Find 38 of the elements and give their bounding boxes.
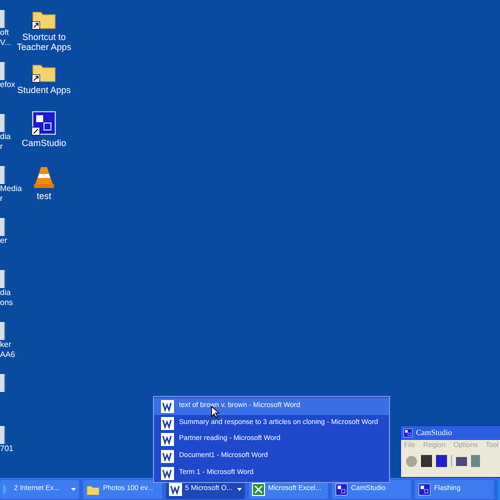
- record-button[interactable]: [406, 456, 417, 466]
- desktop-icon-label[interactable]: 701: [0, 444, 24, 454]
- camstudio-icon: [403, 428, 413, 438]
- word-document-icon: [161, 466, 174, 480]
- desktop-icon[interactable]: [0, 166, 5, 184]
- desktop-icon[interactable]: [0, 62, 5, 80]
- desktop-icon[interactable]: [0, 270, 5, 288]
- desktop-icon-label[interactable]: AA6: [0, 350, 24, 360]
- desktop-icon[interactable]: [0, 10, 5, 28]
- desktop-icon-label[interactable]: Media: [0, 184, 24, 194]
- word-document-icon: [161, 416, 174, 430]
- desktop-icon-label[interactable]: dia: [0, 132, 24, 142]
- camstudio-icon: [418, 483, 431, 496]
- word-document-icon: [169, 483, 182, 496]
- desktop-icon-label[interactable]: ker: [0, 340, 24, 350]
- desktop-icon-label[interactable]: dia: [0, 288, 24, 298]
- camstudio-icon: [335, 483, 348, 496]
- toolbar-icon[interactable]: [456, 456, 467, 466]
- desktop-icon-label[interactable]: er: [0, 236, 24, 246]
- desktop-icon[interactable]: [0, 426, 5, 444]
- desktop-icon[interactable]: [0, 218, 5, 236]
- desktop-icon[interactable]: [0, 322, 5, 340]
- desktop-icon[interactable]: [0, 114, 5, 132]
- desktop-icon[interactable]: [0, 374, 5, 392]
- word-document-icon: [161, 433, 174, 446]
- desktop-icon-label[interactable]: Student Apps: [17, 85, 71, 95]
- folder-icon: [86, 484, 100, 496]
- system-tray: [498, 478, 500, 500]
- mouse-cursor-icon: [211, 406, 219, 418]
- spreadsheet-icon: [252, 483, 265, 496]
- desktop-icon-label[interactable]: test: [36, 191, 52, 201]
- desktop-icon-label[interactable]: ons: [0, 298, 24, 308]
- desktop-icon-label[interactable]: CamStudio: [22, 138, 66, 148]
- word-document-icon: [161, 400, 174, 413]
- desktop-icon-label[interactable]: r: [0, 194, 24, 204]
- word-document-icon: [161, 450, 174, 463]
- desktop-icon-label[interactable]: oft: [0, 28, 24, 38]
- window-title: CamStudio: [416, 427, 452, 439]
